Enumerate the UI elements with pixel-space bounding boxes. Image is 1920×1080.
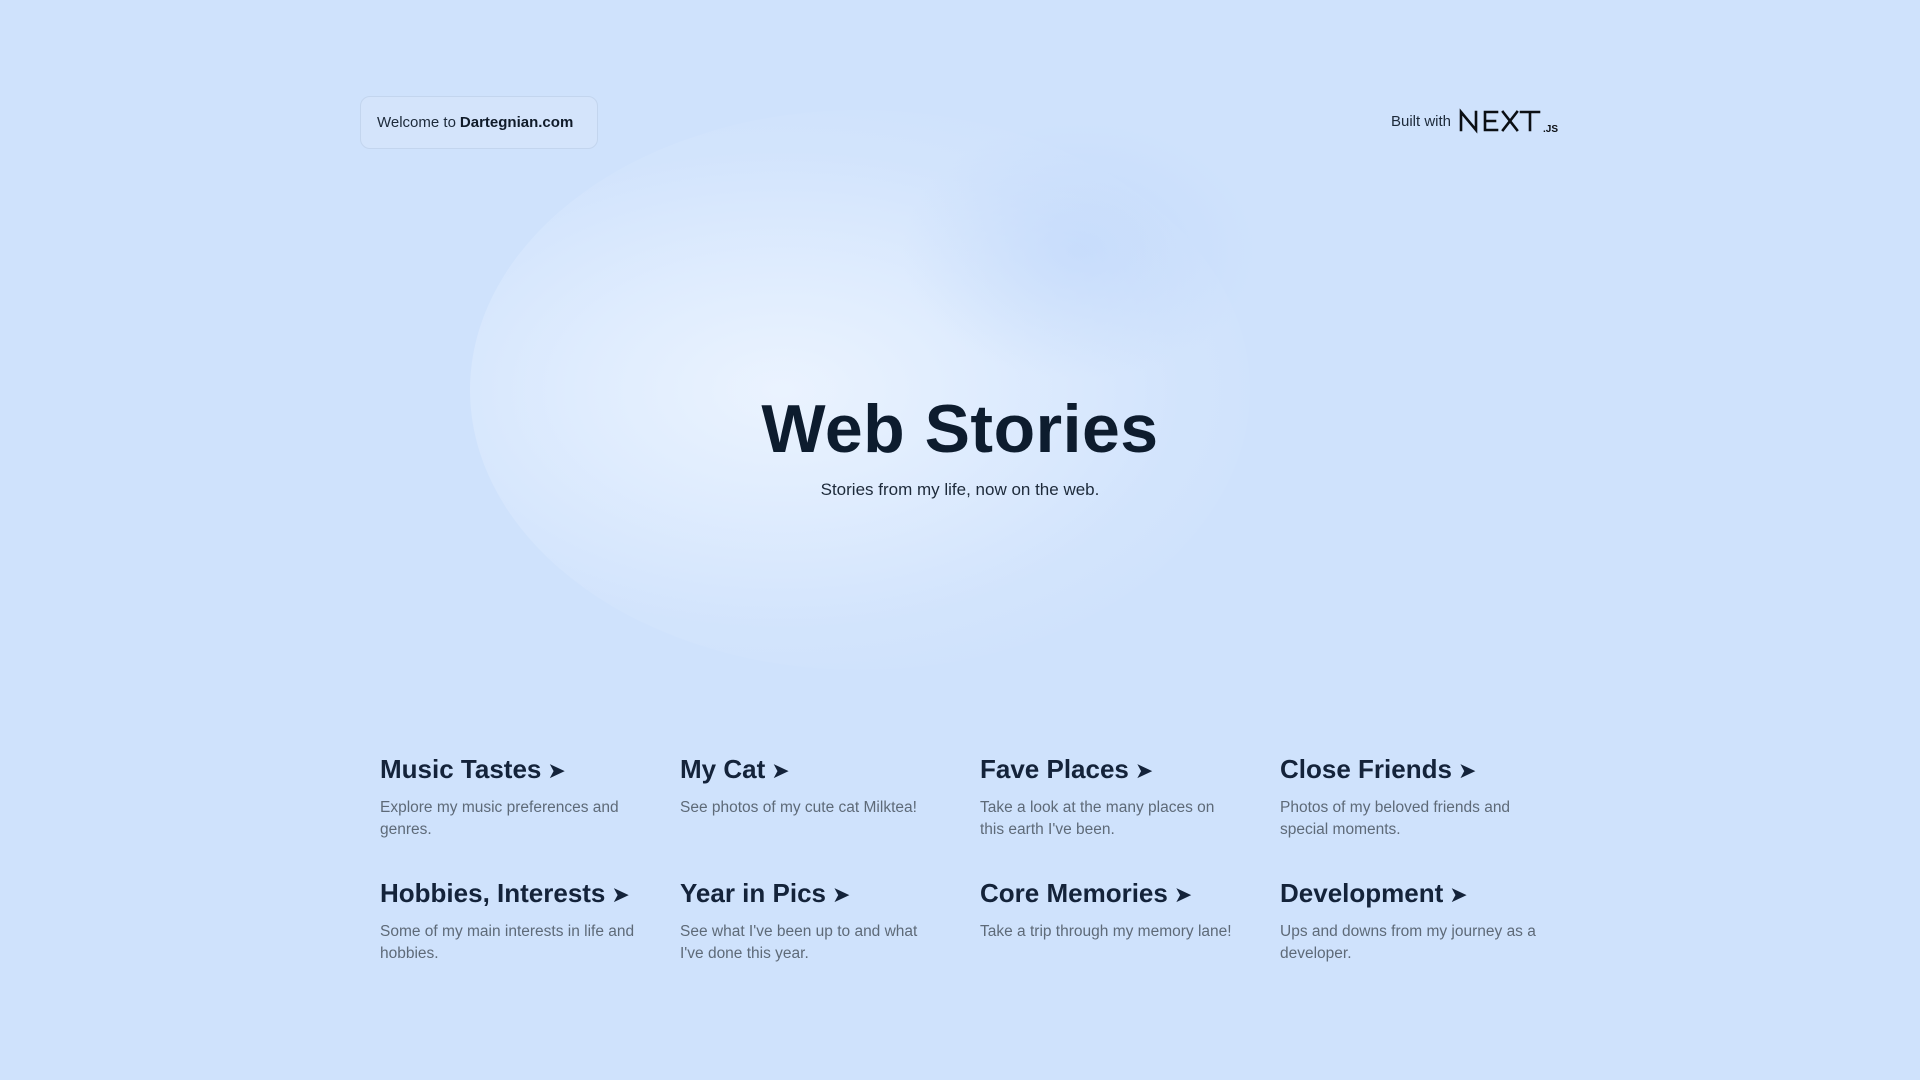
card-title: Development ➤	[1280, 878, 1542, 909]
card-my-cat[interactable]: My Cat ➤ See photos of my cute cat Milkte…	[660, 740, 960, 844]
arrow-right-icon: ➤	[1134, 758, 1154, 783]
page-title: Web Stories	[761, 391, 1159, 467]
card-title-text: Close Friends	[1280, 754, 1452, 784]
card-title: Hobbies, Interests ➤	[380, 878, 642, 909]
built-with-link[interactable]: Built with .JS	[1391, 108, 1561, 134]
card-title-text: Year in Pics	[680, 878, 826, 908]
svg-text:.JS: .JS	[1543, 124, 1558, 134]
card-title-text: Development	[1280, 878, 1444, 908]
card-description: Explore my music preferences and genres.	[380, 799, 619, 838]
card-title-text: Fave Places	[980, 754, 1129, 784]
card-title: Core Memories ➤	[980, 878, 1242, 909]
welcome-site-name: Dartegnian.com	[459, 114, 574, 131]
arrow-right-icon: ➤	[771, 758, 790, 783]
card-title: Year in Pics ➤	[680, 878, 942, 909]
card-description: Photos of my beloved friends and special…	[1280, 799, 1511, 838]
arrow-right-icon: ➤	[1457, 758, 1477, 783]
card-music-tastes[interactable]: Music Tastes ➤ Explore my music preferenc…	[360, 740, 660, 844]
card-core-memories[interactable]: Core Memories ➤ Take a trip through my me…	[960, 864, 1260, 968]
card-fave-places[interactable]: Fave Places ➤ Take a look at the many pla…	[960, 740, 1260, 844]
card-description: Take a look at the many places on this e…	[980, 799, 1215, 838]
arrow-right-icon: ➤	[1449, 882, 1468, 907]
story-cards-grid: Music Tastes ➤ Explore my music preferenc…	[360, 740, 1560, 968]
arrow-right-icon: ➤	[831, 882, 851, 907]
background-glow-accent	[900, 120, 1260, 380]
card-description: Take a trip through my memory lane!	[980, 923, 1232, 940]
welcome-badge: Welcome to Dartegnian.com	[360, 96, 598, 149]
card-title: Fave Places ➤	[980, 754, 1242, 785]
card-title-text: Music Tastes	[380, 754, 542, 784]
card-title-text: Hobbies, Interests	[380, 878, 606, 908]
arrow-right-icon: ➤	[611, 882, 630, 907]
card-description: Ups and downs from my journey as a devel…	[1280, 923, 1536, 962]
card-description: See what I've been up to and what I've d…	[680, 923, 918, 962]
card-description: Some of my main interests in life and ho…	[380, 923, 635, 962]
card-year-in-pics[interactable]: Year in Pics ➤ See what I've been up to a…	[660, 864, 960, 968]
card-title: My Cat ➤	[680, 754, 942, 785]
arrow-right-icon: ➤	[547, 758, 566, 783]
card-development[interactable]: Development ➤ Ups and downs from my journ…	[1260, 864, 1560, 968]
welcome-prefix: Welcome to	[377, 114, 456, 131]
card-hobbies-interests[interactable]: Hobbies, Interests ➤ Some of my main inte…	[360, 864, 660, 968]
card-description: See photos of my cute cat Milktea!	[680, 799, 917, 816]
card-title-text: My Cat	[680, 754, 766, 784]
card-close-friends[interactable]: Close Friends ➤ Photos of my beloved frie…	[1260, 740, 1560, 844]
built-with-label: Built with	[1390, 112, 1451, 130]
page-subtitle: Stories from my life, now on the web.	[820, 480, 1100, 499]
card-title: Music Tastes ➤	[380, 754, 642, 785]
arrow-right-icon: ➤	[1173, 882, 1193, 907]
card-title: Close Friends ➤	[1280, 754, 1542, 785]
card-title-text: Core Memories	[980, 878, 1168, 908]
nextjs-logo[interactable]: .JS	[1459, 108, 1561, 134]
